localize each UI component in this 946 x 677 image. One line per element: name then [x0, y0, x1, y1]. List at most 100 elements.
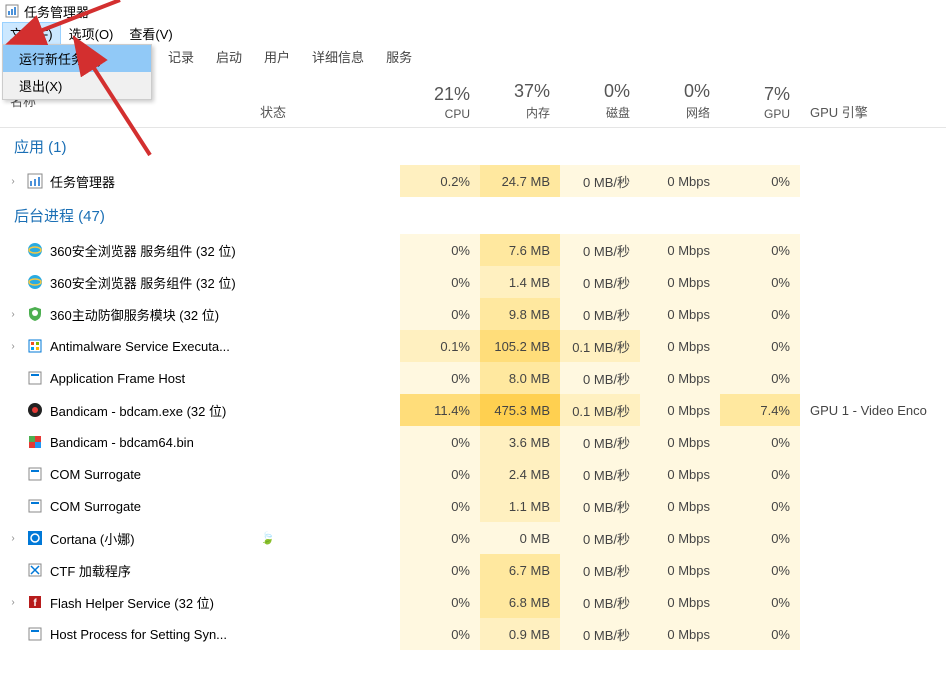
network-cell: 0 Mbps [640, 490, 720, 522]
menubar: 文件(F) 选项(O) 查看(V) [0, 22, 946, 44]
network-cell: 0 Mbps [640, 426, 720, 458]
process-name-cell: › Antimalware Service Executa... [0, 337, 260, 355]
col-header-memory[interactable]: 37% 内存 [480, 81, 560, 121]
memory-cell: 6.8 MB [480, 586, 560, 618]
cpu-cell: 0% [400, 554, 480, 586]
process-row[interactable]: COM Surrogate0%2.4 MB0 MB/秒0 Mbps0% [0, 458, 946, 490]
process-name: CTF 加载程序 [50, 561, 131, 580]
process-name-cell: ›360主动防御服务模块 (32 位) [0, 305, 260, 324]
disk-cell: 0 MB/秒 [560, 554, 640, 586]
expand-icon[interactable]: › [6, 341, 20, 352]
process-row[interactable]: Bandicam - bdcam.exe (32 位)11.4%475.3 MB… [0, 394, 946, 426]
process-name: 360安全浏览器 服务组件 (32 位) [50, 273, 236, 292]
process-name-cell: COM Surrogate [0, 465, 260, 483]
gpu-cell: 0% [720, 362, 800, 394]
taskmgr-icon [26, 172, 44, 190]
cpu-cell: 0% [400, 362, 480, 394]
col-header-gpu[interactable]: 7% GPU [720, 84, 800, 121]
gpu-cell: 0% [720, 458, 800, 490]
col-header-gpu-engine[interactable]: GPU 引擎 [800, 102, 946, 121]
disk-cell: 0 MB/秒 [560, 522, 640, 554]
process-name: Flash Helper Service (32 位) [50, 593, 214, 612]
gpu-cell: 0% [720, 298, 800, 330]
disk-cell: 0 MB/秒 [560, 586, 640, 618]
network-cell: 0 Mbps [640, 394, 720, 426]
network-cell: 0 Mbps [640, 330, 720, 362]
tab-startup[interactable]: 启动 [206, 44, 252, 69]
menu-exit[interactable]: 退出(X) [3, 72, 151, 99]
process-name: 360安全浏览器 服务组件 (32 位) [50, 241, 236, 260]
ie-icon [26, 273, 44, 291]
memory-cell: 8.0 MB [480, 362, 560, 394]
group-background[interactable]: 后台进程 (47) [0, 197, 946, 234]
col-header-network[interactable]: 0% 网络 [640, 81, 720, 121]
cpu-cell: 0% [400, 458, 480, 490]
menu-new-task[interactable]: 运行新任务(N) [3, 45, 151, 72]
process-row[interactable]: ›Cortana (小娜)🍃0%0 MB0 MB/秒0 Mbps0% [0, 522, 946, 554]
process-name: COM Surrogate [50, 467, 141, 482]
flash-icon: f [26, 593, 44, 611]
gpu-cell: 0% [720, 522, 800, 554]
bandicam64-icon [26, 433, 44, 451]
process-row[interactable]: COM Surrogate0%1.1 MB0 MB/秒0 Mbps0% [0, 490, 946, 522]
process-name: Host Process for Setting Syn... [50, 627, 227, 642]
leaf-icon: 🍃 [260, 531, 275, 545]
process-name-cell: › 任务管理器 [0, 172, 260, 191]
network-cell: 0 Mbps [640, 586, 720, 618]
expand-icon[interactable]: › [6, 597, 20, 608]
memory-cell: 1.1 MB [480, 490, 560, 522]
disk-cell: 0.1 MB/秒 [560, 394, 640, 426]
gpu-engine-cell: GPU 1 - Video Enco [800, 403, 946, 418]
process-row[interactable]: ›fFlash Helper Service (32 位)0%6.8 MB0 M… [0, 586, 946, 618]
col-header-status[interactable]: 状态 [260, 102, 400, 121]
expand-icon[interactable]: › [6, 176, 20, 187]
col-header-cpu[interactable]: 21% CPU [400, 84, 480, 121]
disk-cell: 0 MB/秒 [560, 426, 640, 458]
process-row[interactable]: ›360主动防御服务模块 (32 位)0%9.8 MB0 MB/秒0 Mbps0… [0, 298, 946, 330]
network-cell: 0 Mbps [640, 234, 720, 266]
menu-options[interactable]: 选项(O) [61, 22, 122, 45]
cpu-cell: 0.1% [400, 330, 480, 362]
defender-icon [26, 337, 44, 355]
process-row[interactable]: › Antimalware Service Executa... 0.1%105.2… [0, 330, 946, 362]
app-icon [26, 465, 44, 483]
process-name-cell: ›Cortana (小娜) [0, 529, 260, 548]
process-row[interactable]: Bandicam - bdcam64.bin0%3.6 MB0 MB/秒0 Mb… [0, 426, 946, 458]
ctf-icon [26, 561, 44, 579]
col-header-disk[interactable]: 0% 磁盘 [560, 81, 640, 121]
memory-cell: 9.8 MB [480, 298, 560, 330]
window-title: 任务管理器 [24, 2, 89, 21]
process-row[interactable]: 360安全浏览器 服务组件 (32 位)0%7.6 MB0 MB/秒0 Mbps… [0, 234, 946, 266]
process-row[interactable]: Host Process for Setting Syn...0%0.9 MB0… [0, 618, 946, 650]
disk-total: 0% [604, 81, 630, 102]
process-name: Bandicam - bdcam.exe (32 位) [50, 401, 226, 420]
disk-cell: 0.1 MB/秒 [560, 330, 640, 362]
expand-icon[interactable]: › [6, 533, 20, 544]
menu-view[interactable]: 查看(V) [121, 22, 180, 45]
gpu-cell: 0% [720, 165, 800, 197]
process-row[interactable]: CTF 加载程序0%6.7 MB0 MB/秒0 Mbps0% [0, 554, 946, 586]
memory-cell: 105.2 MB [480, 330, 560, 362]
group-apps[interactable]: 应用 (1) [0, 128, 946, 165]
tab-services[interactable]: 服务 [376, 44, 422, 69]
process-row[interactable]: ›任务管理器0.2%24.7 MB0 MB/秒0 Mbps0% [0, 165, 946, 197]
memory-total: 37% [514, 81, 550, 102]
menu-file[interactable]: 文件(F) [2, 22, 61, 45]
disk-cell: 0 MB/秒 [560, 165, 640, 197]
process-name-cell: CTF 加载程序 [0, 561, 260, 580]
process-row[interactable]: 360安全浏览器 服务组件 (32 位)0%1.4 MB0 MB/秒0 Mbps… [0, 266, 946, 298]
process-name: 任务管理器 [50, 172, 115, 191]
expand-icon[interactable]: › [6, 309, 20, 320]
cortana-icon [26, 529, 44, 547]
gpu-cell: 0% [720, 426, 800, 458]
process-name-cell: Application Frame Host [0, 369, 260, 387]
memory-cell: 2.4 MB [480, 458, 560, 490]
tab-details[interactable]: 详细信息 [302, 44, 374, 69]
process-name: Antimalware Service Executa... [50, 339, 230, 354]
tab-history[interactable]: 记录 [158, 44, 204, 69]
tab-users[interactable]: 用户 [254, 44, 300, 69]
memory-cell: 24.7 MB [480, 165, 560, 197]
cpu-cell: 0% [400, 490, 480, 522]
disk-cell: 0 MB/秒 [560, 266, 640, 298]
process-row[interactable]: Application Frame Host0%8.0 MB0 MB/秒0 Mb… [0, 362, 946, 394]
